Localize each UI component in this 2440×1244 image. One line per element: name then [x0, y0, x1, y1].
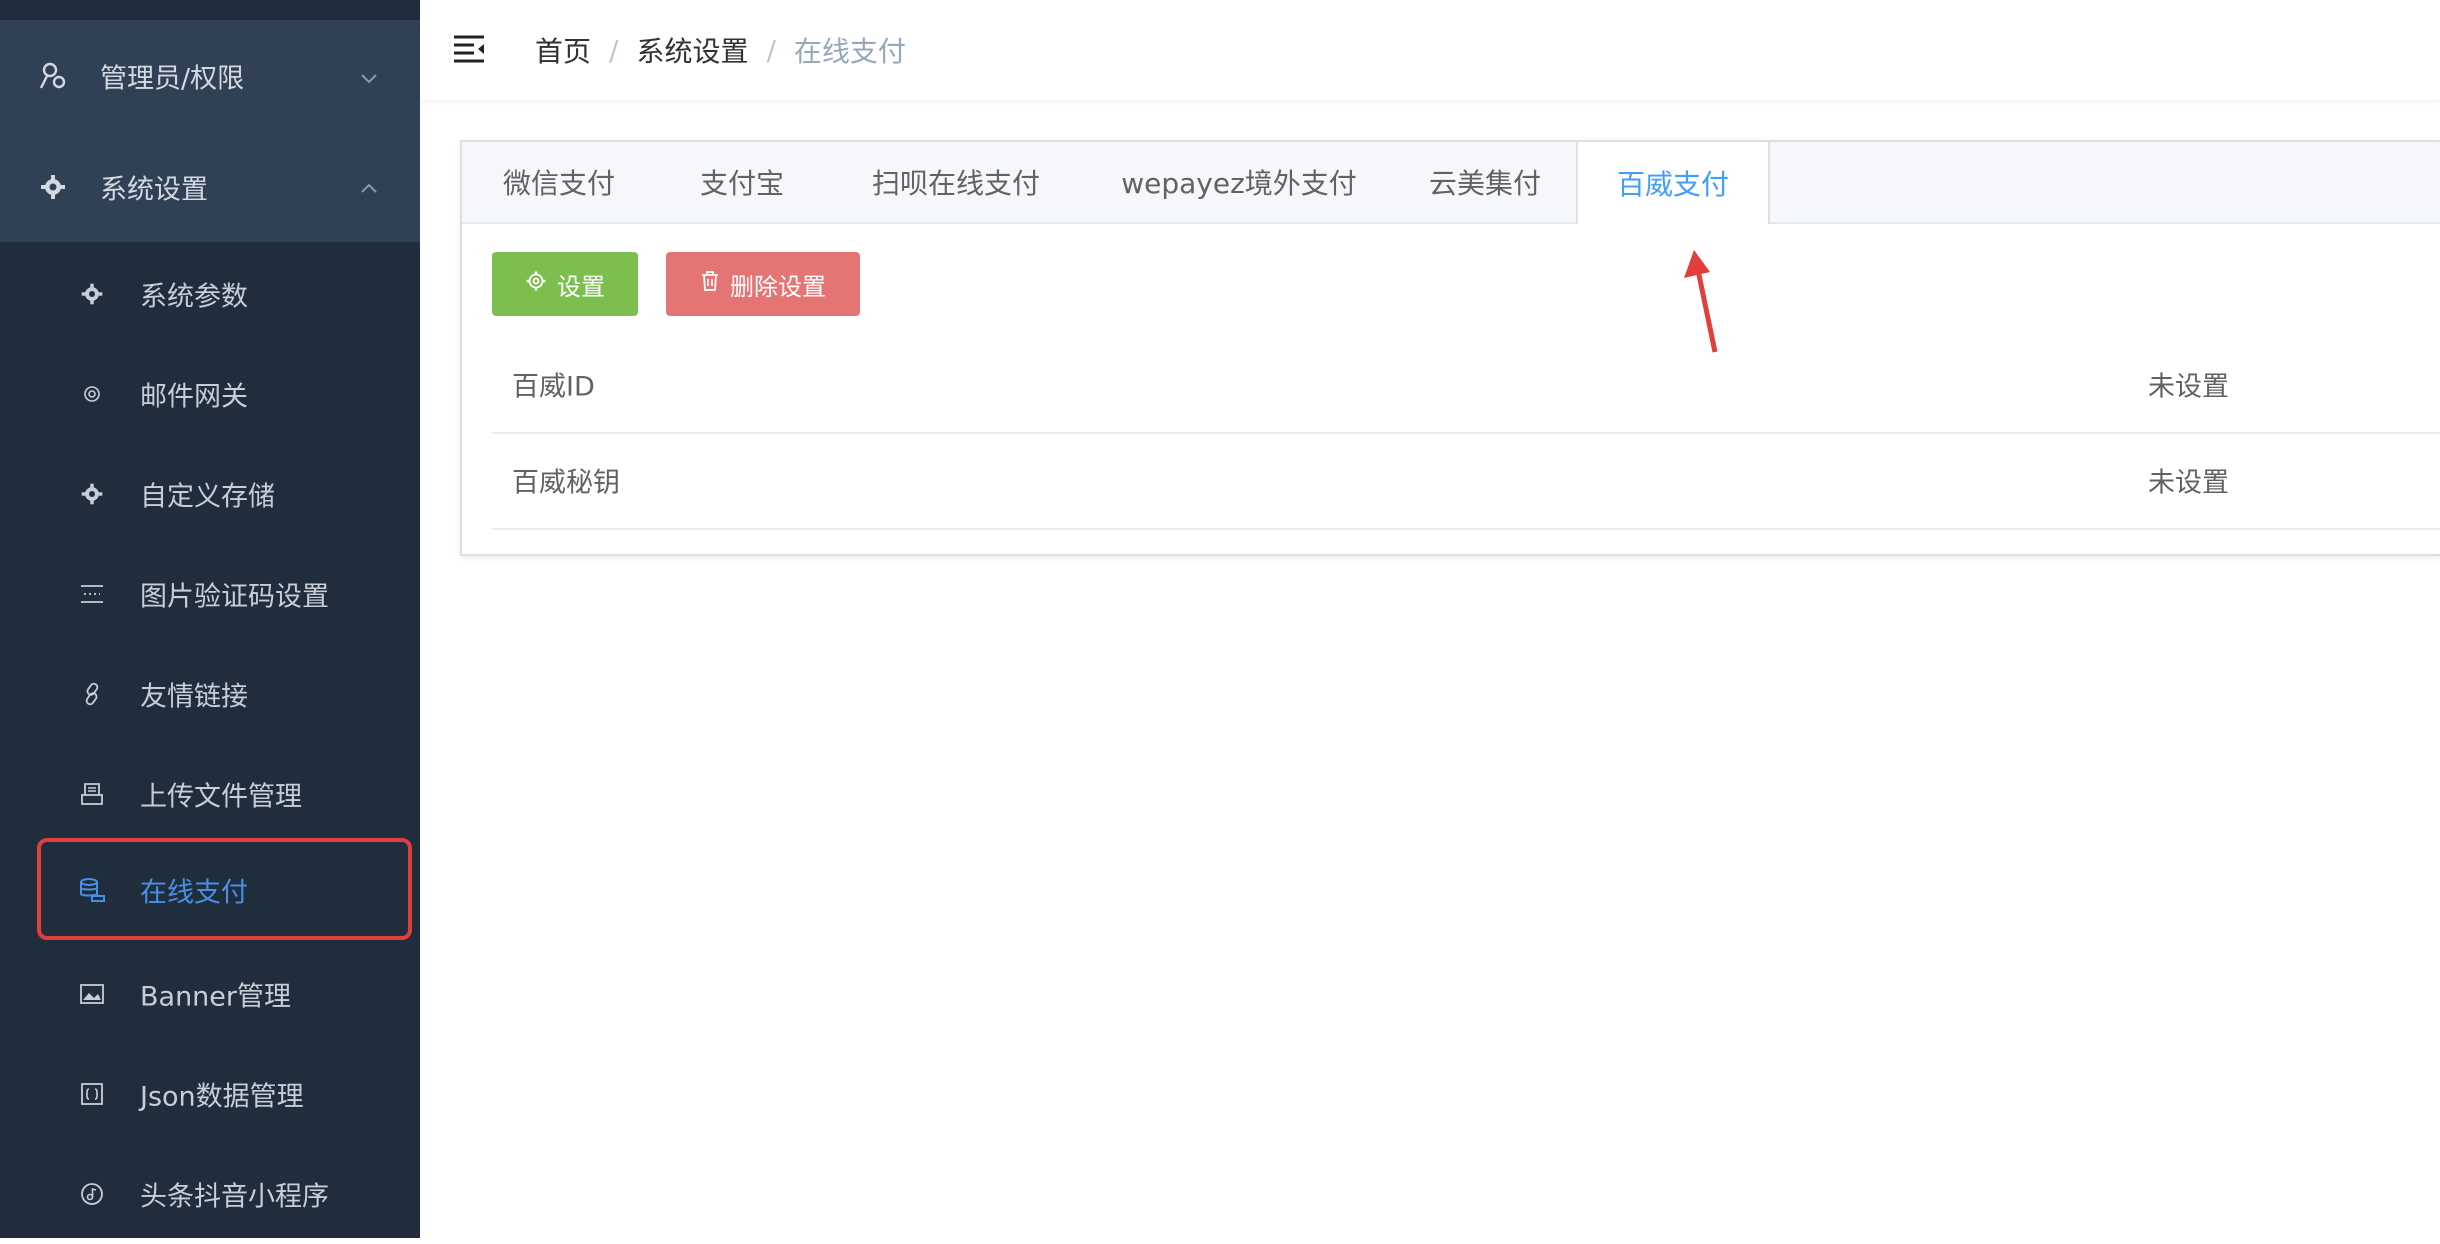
row-value: 未设置 [2148, 467, 2229, 499]
sidebar-item-label: 友情链接 [140, 681, 248, 713]
sidebar-item-captcha-settings[interactable]: 图片验证码设置 [0, 544, 420, 644]
menu-group-label: 系统设置 [100, 174, 208, 206]
payment-tabs-card: 微信支付 支付宝 扫呗在线支付 wepayez境外支付 云美集付 百威支付 设置… [460, 140, 2440, 556]
gear-icon [525, 270, 547, 298]
sidebar-item-friend-links[interactable]: 友情链接 [0, 644, 420, 744]
user-key-icon [38, 61, 68, 91]
menu-group-system-settings[interactable]: 系统设置 [0, 132, 420, 242]
sidebar-item-label: 邮件网关 [140, 381, 248, 413]
tab-baiwei-pay[interactable]: 百威支付 [1576, 142, 1770, 224]
gear-icon [78, 480, 106, 508]
trash-icon [700, 270, 720, 298]
sidebar-item-toutiao-douyin[interactable]: 头条抖音小程序 [0, 1144, 420, 1244]
sidebar-item-label: Json数据管理 [140, 1081, 304, 1113]
image-icon [78, 980, 106, 1008]
link-icon [78, 680, 106, 708]
sidebar: 管理员/权限 系统设置 系统参数 邮件网关 自定义存储 图片验证码设置 友情链接… [0, 0, 420, 1238]
table-row: 百威秘钥 未设置 [492, 432, 2440, 530]
tab-bar: 微信支付 支付宝 扫呗在线支付 wepayez境外支付 云美集付 百威支付 [462, 142, 2440, 224]
menu-group-admin[interactable]: 管理员/权限 [0, 20, 420, 132]
tab-wechat-pay[interactable]: 微信支付 [462, 142, 656, 222]
gear-icon [38, 172, 68, 202]
breadcrumb-separator: / [609, 33, 619, 67]
menu-toggle-icon[interactable] [452, 34, 486, 64]
sidebar-item-system-params[interactable]: 系统参数 [0, 244, 420, 344]
breadcrumb-current: 在线支付 [793, 35, 906, 68]
sidebar-item-label: 图片验证码设置 [140, 581, 329, 613]
breadcrumb: 首页 / 系统设置 / 在线支付 [535, 30, 906, 70]
delete-settings-button[interactable]: 删除设置 [666, 252, 860, 316]
sidebar-item-label: 自定义存储 [140, 481, 275, 513]
tab-yunmei-pay[interactable]: 云美集付 [1394, 142, 1576, 222]
breadcrumb-home[interactable]: 首页 [535, 30, 591, 70]
breadcrumb-system-settings[interactable]: 系统设置 [636, 30, 748, 70]
tab-wepayez[interactable]: wepayez境外支付 [1084, 142, 1394, 222]
row-key: 百威ID [512, 371, 595, 403]
annotation-arrow-icon [1684, 250, 1718, 353]
table-row: 百威ID 未设置 [492, 336, 2440, 434]
chevron-down-icon [358, 65, 380, 87]
sidebar-item-banner[interactable]: Banner管理 [0, 944, 420, 1044]
gear-icon [78, 280, 106, 308]
sidebar-item-upload-files[interactable]: 上传文件管理 [0, 744, 420, 844]
row-key: 百威秘钥 [512, 467, 620, 499]
breadcrumb-separator: / [766, 33, 776, 67]
tab-saobei-pay[interactable]: 扫呗在线支付 [828, 142, 1084, 222]
sidebar-item-mail-gateway[interactable]: 邮件网关 [0, 344, 420, 444]
sidebar-item-custom-storage[interactable]: 自定义存储 [0, 444, 420, 544]
settings-button[interactable]: 设置 [492, 252, 638, 316]
music-icon [78, 1180, 106, 1208]
file-stack-icon [78, 780, 106, 808]
sidebar-item-label: 系统参数 [140, 281, 248, 313]
menu-group-label: 管理员/权限 [100, 63, 245, 95]
json-icon [78, 1080, 106, 1108]
sidebar-item-label: 上传文件管理 [140, 781, 302, 813]
chevron-up-icon [358, 176, 380, 198]
captcha-icon [78, 580, 106, 608]
sidebar-item-label: 头条抖音小程序 [140, 1181, 329, 1213]
row-value: 未设置 [2148, 371, 2229, 403]
sidebar-item-label: Banner管理 [140, 981, 292, 1013]
sidebar-item-json-data[interactable]: Json数据管理 [0, 1044, 420, 1144]
at-icon [78, 380, 106, 408]
settings-button-label: 设置 [557, 272, 605, 301]
delete-button-label: 删除设置 [730, 272, 826, 301]
annotation-highlight-box [37, 838, 412, 940]
tab-alipay[interactable]: 支付宝 [656, 142, 828, 222]
